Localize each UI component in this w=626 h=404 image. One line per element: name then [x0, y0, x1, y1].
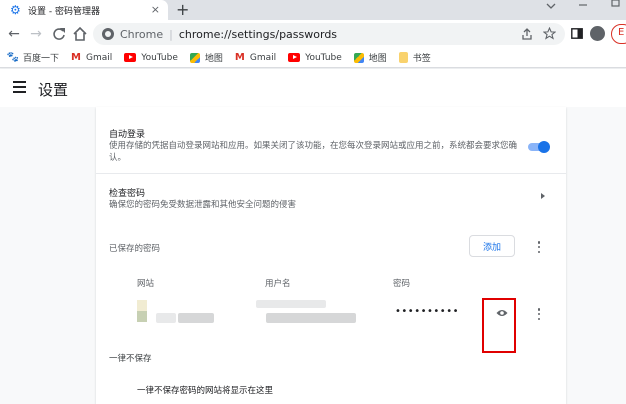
youtube-icon — [288, 53, 301, 62]
column-header-site: 网站 — [137, 279, 155, 289]
saved-passwords-heading: 已保存的密码 — [109, 244, 161, 254]
redacted-username-text — [256, 300, 326, 308]
settings-header: 设置 — [0, 69, 626, 107]
redacted-username-text[interactable] — [266, 313, 356, 323]
autologin-description: 使用存储的凭据自动登录网站和应用。如果关闭了该功能，在您每次登录网站或应用之前，… — [109, 141, 518, 163]
bookmark-label: Gmail — [86, 52, 113, 63]
baidu-icon: 🐾 — [6, 52, 20, 63]
bookmarks-bar: 🐾 百度一下 M Gmail YouTube 地图 M Gmail YouTub… — [0, 48, 626, 68]
address-bar[interactable]: Chrome | chrome://settings/passwords — [93, 23, 565, 45]
folder-icon — [398, 52, 408, 63]
reload-icon[interactable] — [50, 25, 68, 43]
bookmark-label: YouTube — [305, 52, 342, 63]
tab-close-icon[interactable]: × — [151, 3, 160, 17]
check-passwords-description: 确保您的密码免受数据泄露和其他安全问题的侵害 — [109, 200, 297, 210]
page-title: 设置 — [38, 81, 69, 99]
bookmark-item[interactable]: M Gmail — [234, 52, 277, 63]
bookmark-item[interactable]: M Gmail — [71, 52, 113, 63]
bookmark-star-icon[interactable] — [543, 27, 556, 40]
tab-search-chevron-icon[interactable] — [546, 2, 556, 10]
bookmark-folder[interactable]: 书签 — [398, 51, 431, 64]
maximize-icon[interactable] — [611, 0, 621, 8]
add-password-button[interactable]: 添加 — [469, 235, 515, 257]
masked-password: •••••••••• — [395, 306, 459, 317]
url-text[interactable]: chrome://settings/passwords — [179, 28, 337, 41]
url-scheme: Chrome — [120, 27, 164, 41]
back-arrow-icon[interactable]: ← — [5, 25, 23, 43]
bookmark-label: YouTube — [141, 52, 178, 63]
settings-content: 自动登录 使用存储的凭据自动登录网站和应用。如果关闭了该功能，在您每次登录网站或… — [0, 107, 626, 404]
profile-avatar-icon[interactable] — [590, 26, 605, 41]
youtube-icon — [124, 53, 137, 62]
autologin-toggle[interactable] — [528, 140, 550, 154]
entry-more-actions-icon[interactable] — [536, 308, 542, 320]
site-favicon — [137, 300, 147, 322]
tab-title: 设置 - 密码管理器 — [28, 6, 100, 17]
maps-icon — [353, 52, 364, 63]
check-passwords-title[interactable]: 检查密码 — [109, 186, 145, 199]
forward-arrow-icon[interactable]: → — [27, 25, 45, 43]
bookmark-label: 书签 — [412, 54, 431, 64]
bookmark-label: 地图 — [204, 54, 223, 64]
bookmark-item[interactable]: 🐾 百度一下 — [6, 51, 60, 64]
never-save-heading: 一律不保存 — [109, 354, 152, 364]
profile-badge-button[interactable]: E — [611, 24, 626, 44]
new-tab-button[interactable]: + — [176, 1, 189, 19]
bookmark-item[interactable]: 地图 — [353, 51, 387, 64]
divider — [96, 173, 566, 174]
bookmark-label: 地图 — [368, 54, 387, 64]
tab-strip: ⚙ 设置 - 密码管理器 × + — [0, 0, 626, 20]
bookmark-item[interactable]: 地图 — [189, 51, 223, 64]
never-save-empty-text: 一律不保存密码的网站将显示在这里 — [137, 386, 274, 396]
bookmark-label: Gmail — [249, 52, 277, 63]
column-header-username: 用户名 — [265, 279, 291, 289]
toggle-knob — [538, 141, 550, 153]
home-icon[interactable] — [71, 25, 89, 43]
redacted-site-text — [178, 313, 214, 323]
gmail-icon: M — [234, 52, 245, 63]
url-separator: | — [169, 27, 173, 41]
bookmark-item[interactable]: YouTube — [124, 53, 178, 63]
password-manager-card: 自动登录 使用存储的凭据自动登录网站和应用。如果关闭了该功能，在您每次登录网站或… — [96, 107, 566, 404]
share-icon[interactable] — [521, 28, 533, 40]
settings-gear-icon: ⚙ — [10, 3, 21, 17]
bookmark-item[interactable]: YouTube — [288, 53, 342, 63]
column-header-password: 密码 — [393, 279, 411, 289]
maps-icon — [189, 52, 200, 63]
menu-hamburger-icon[interactable] — [13, 81, 26, 93]
highlight-box — [482, 298, 516, 353]
gmail-icon: M — [71, 52, 81, 63]
redacted-site-text — [156, 313, 176, 323]
browser-toolbar: ← → Chrome | chrome://settings/passwords… — [0, 20, 626, 48]
more-actions-icon[interactable] — [536, 241, 542, 253]
minimize-icon[interactable] — [578, 0, 588, 10]
autologin-title: 自动登录 — [109, 130, 146, 140]
chrome-logo-icon — [102, 28, 114, 40]
bookmark-label: 百度一下 — [23, 54, 60, 64]
chevron-right-icon[interactable] — [541, 193, 545, 199]
tab-settings-passwords[interactable]: ⚙ 设置 - 密码管理器 × — [0, 0, 168, 20]
side-panel-icon[interactable] — [571, 28, 583, 39]
